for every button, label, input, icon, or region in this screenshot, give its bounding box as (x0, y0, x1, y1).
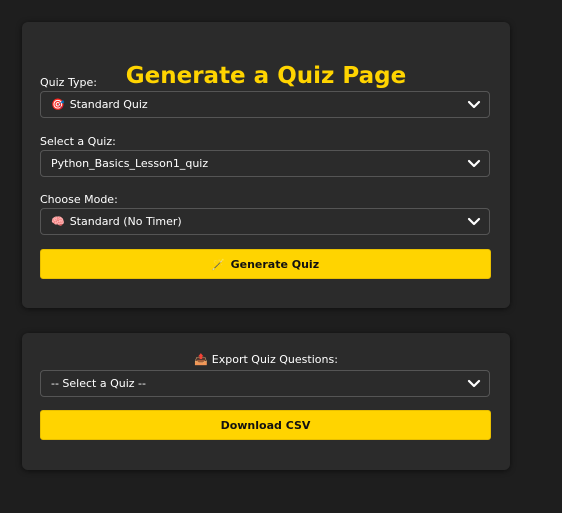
chevron-down-icon (467, 217, 481, 225)
download-csv-button[interactable]: Download CSV (40, 410, 491, 440)
outbox-icon: 📤 (194, 353, 208, 366)
export-quiz-select[interactable]: -- Select a Quiz -- (40, 370, 490, 397)
generate-quiz-button[interactable]: 🪄 Generate Quiz (40, 249, 491, 279)
download-csv-label: Download CSV (220, 418, 311, 432)
export-quiz-value: -- Select a Quiz -- (51, 377, 146, 390)
choose-mode-value: Standard (No Timer) (69, 215, 182, 228)
choose-mode-select[interactable]: 🧠 Standard (No Timer) (40, 208, 490, 235)
quiz-type-label: Quiz Type: (40, 76, 97, 89)
quiz-type-value: Standard Quiz (69, 98, 148, 111)
generate-quiz-button-label: Generate Quiz (230, 257, 320, 271)
chevron-down-icon (467, 100, 481, 108)
export-label-text: Export Quiz Questions: (211, 353, 338, 366)
export-label: 📤 Export Quiz Questions: (22, 353, 510, 367)
brain-icon: 🧠 (51, 215, 65, 228)
target-icon: 🎯 (51, 98, 65, 111)
select-quiz-select[interactable]: Python_Basics_Lesson1_quiz (40, 150, 490, 177)
magic-wand-icon: 🪄 (211, 257, 226, 271)
select-quiz-value: Python_Basics_Lesson1_quiz (51, 157, 209, 170)
quiz-type-select[interactable]: 🎯 Standard Quiz (40, 91, 490, 118)
export-card: 📤 Export Quiz Questions: -- Select a Quiz… (22, 333, 510, 470)
generate-quiz-card: Generate a Quiz Page Quiz Type: 🎯 Standa… (22, 22, 510, 308)
chevron-down-icon (467, 379, 481, 387)
select-quiz-label: Select a Quiz: (40, 135, 116, 148)
choose-mode-label: Choose Mode: (40, 193, 118, 206)
chevron-down-icon (467, 159, 481, 167)
